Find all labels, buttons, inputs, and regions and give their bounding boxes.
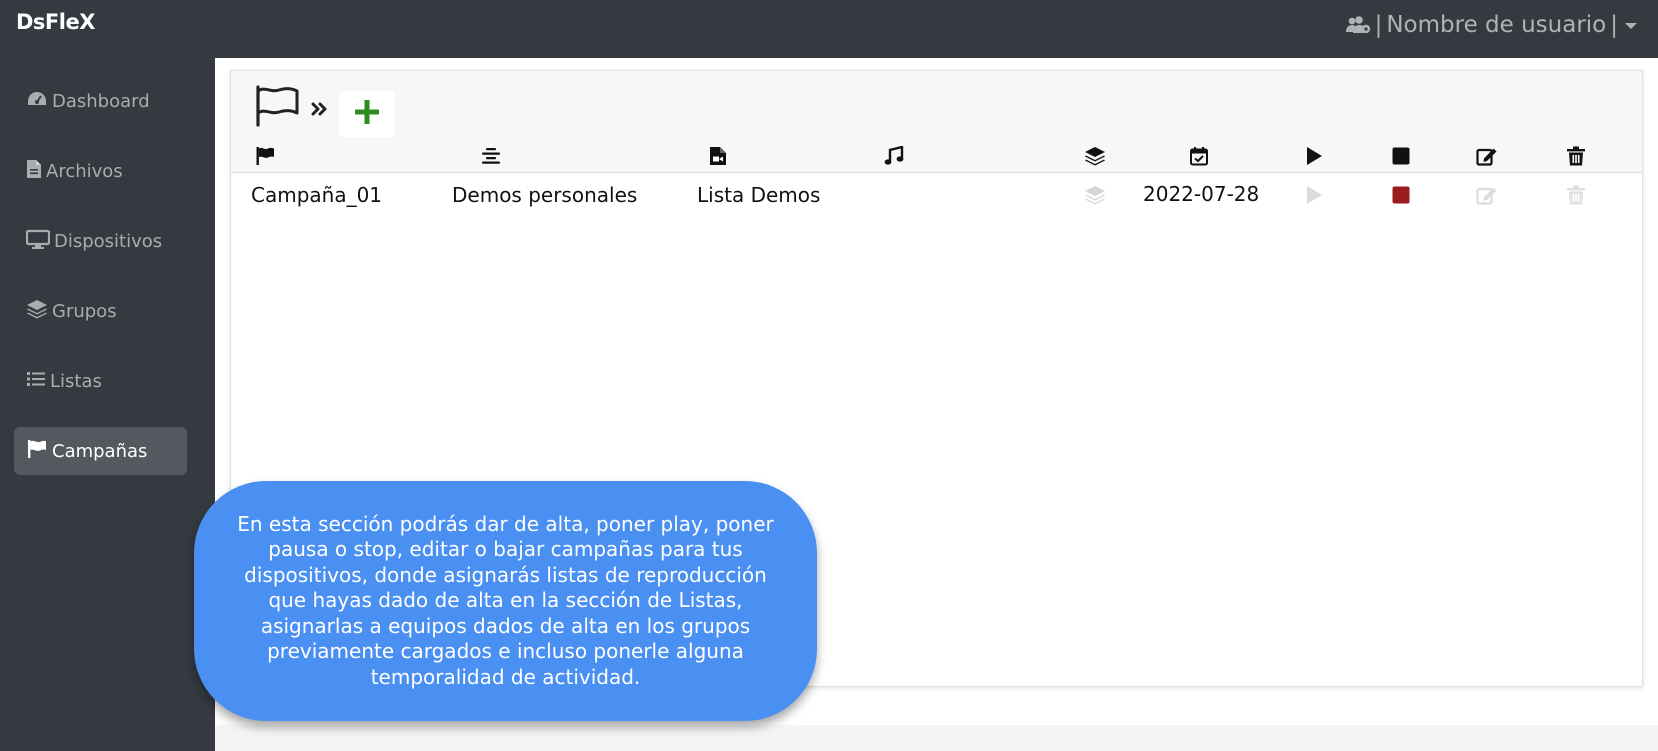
- users-cog-icon: [1345, 15, 1371, 35]
- footer-strip: [215, 725, 1658, 751]
- add-campaign-button[interactable]: [339, 91, 395, 137]
- sidebar-item-label: Grupos: [52, 300, 117, 322]
- stop-icon[interactable]: [1391, 185, 1411, 209]
- sidebar-item-label: Dashboard: [52, 90, 150, 112]
- layers-icon: [26, 299, 52, 324]
- col-flag-icon: [255, 146, 275, 170]
- breadcrumb-separator: [311, 101, 329, 121]
- trash-icon[interactable]: [1566, 185, 1586, 209]
- user-separator-right: |: [1610, 12, 1618, 38]
- file-icon: [26, 159, 46, 184]
- col-calendar-check-icon: [1189, 146, 1209, 170]
- user-separator-left: |: [1374, 12, 1383, 38]
- cell-date: 2022-07-28: [1143, 182, 1260, 206]
- cell-description: Demos personales: [452, 183, 638, 207]
- sidebar-item-listas[interactable]: Listas: [14, 357, 187, 405]
- edit-icon[interactable]: [1476, 185, 1498, 209]
- col-layers-icon: [1084, 146, 1106, 170]
- help-tooltip: En esta sección podrás dar de alta, pone…: [194, 481, 817, 721]
- col-trash-icon: [1566, 146, 1586, 170]
- cell-list: Lista Demos: [697, 183, 821, 207]
- cell-campaign: Campaña_01: [251, 183, 383, 207]
- app-brand[interactable]: DsFleX: [16, 10, 95, 34]
- sidebar-item-dispositivos[interactable]: Dispositivos: [14, 217, 187, 265]
- sidebar-item-dashboard[interactable]: Dashboard: [14, 77, 187, 125]
- col-play-icon: [1304, 146, 1324, 170]
- caret-down-icon[interactable]: [1622, 19, 1640, 31]
- flag-icon: [26, 439, 52, 464]
- col-stop-icon: [1391, 146, 1411, 170]
- sidebar-item-label: Archivos: [46, 160, 123, 182]
- desktop-icon: [25, 229, 54, 254]
- plus-icon: [354, 99, 380, 129]
- sidebar-item-label: Campañas: [52, 440, 148, 462]
- sidebar-item-campanas[interactable]: Campañas: [14, 427, 187, 475]
- row-layers-icon[interactable]: [1084, 185, 1106, 209]
- sidebar: Dashboard Archivos Dispositivos Grupos L…: [0, 58, 215, 751]
- col-file-video-icon: [709, 146, 727, 170]
- sidebar-item-grupos[interactable]: Grupos: [14, 287, 187, 335]
- card-header: [231, 71, 1642, 173]
- sidebar-item-label: Listas: [50, 370, 102, 392]
- play-icon[interactable]: [1304, 185, 1324, 209]
- flag-outline-icon: [255, 85, 299, 131]
- tooltip-text: En esta sección podrás dar de alta, pone…: [237, 511, 774, 689]
- col-align-center-icon: [481, 146, 501, 170]
- sidebar-item-archivos[interactable]: Archivos: [14, 147, 187, 195]
- top-navbar: DsFleX | Nombre de usuario |: [0, 0, 1658, 58]
- list-icon: [26, 369, 50, 394]
- user-menu[interactable]: | Nombre de usuario |: [1345, 10, 1640, 40]
- col-music-icon: [883, 145, 905, 170]
- col-edit-icon: [1476, 146, 1498, 170]
- sidebar-item-label: Dispositivos: [54, 230, 163, 252]
- tachometer-icon: [26, 89, 52, 114]
- username-label[interactable]: Nombre de usuario: [1386, 12, 1606, 38]
